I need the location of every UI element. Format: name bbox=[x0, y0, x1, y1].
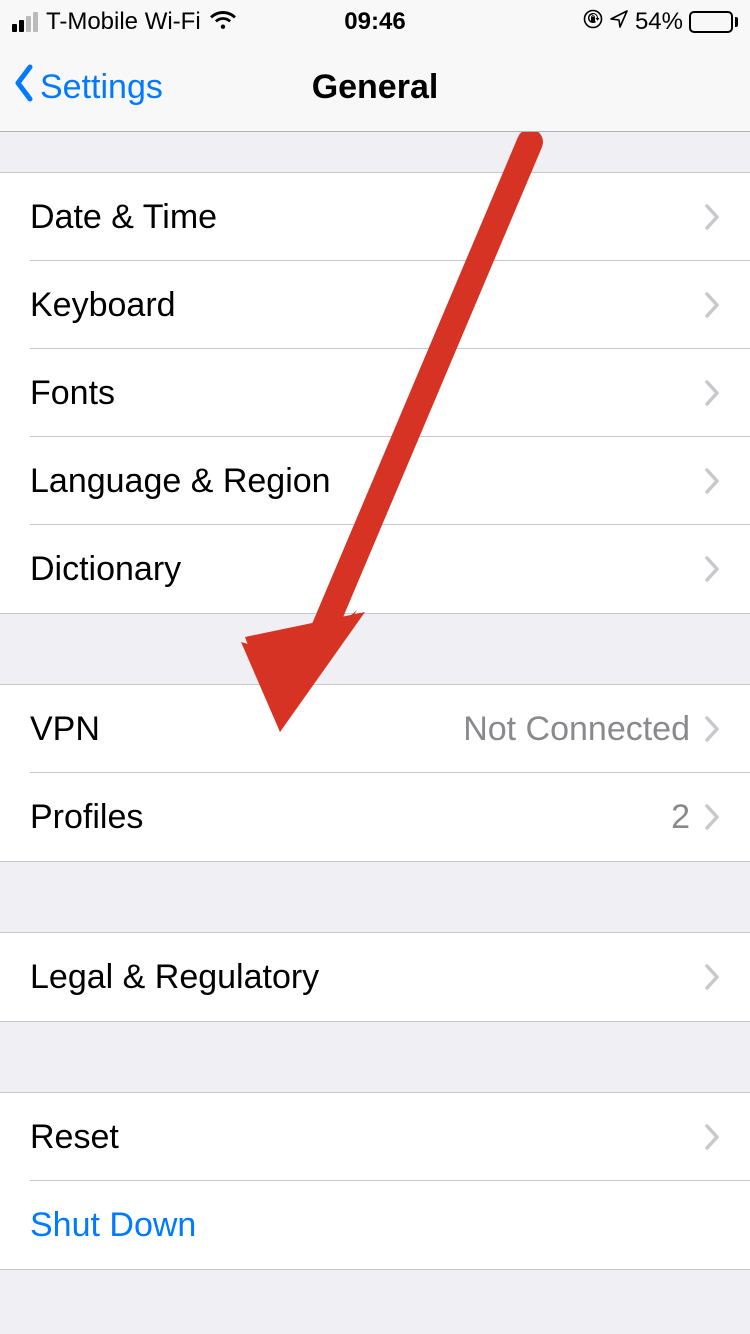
row-value: 2 bbox=[671, 798, 690, 837]
row-language-region[interactable]: Language & Region bbox=[0, 437, 750, 525]
rotation-lock-icon bbox=[583, 8, 603, 36]
status-left: T-Mobile Wi-Fi bbox=[12, 8, 237, 37]
battery-percent: 54% bbox=[635, 8, 683, 36]
carrier-label: T-Mobile Wi-Fi bbox=[46, 8, 201, 36]
row-legal-regulatory[interactable]: Legal & Regulatory bbox=[0, 933, 750, 1021]
row-label: Keyboard bbox=[30, 286, 704, 325]
row-label: Language & Region bbox=[30, 462, 704, 501]
location-icon bbox=[609, 8, 629, 36]
row-label: Fonts bbox=[30, 374, 704, 413]
row-label: Shut Down bbox=[30, 1206, 720, 1245]
status-right: 54% bbox=[583, 8, 738, 36]
row-reset[interactable]: Reset bbox=[0, 1093, 750, 1181]
row-value: Not Connected bbox=[463, 710, 690, 749]
chevron-right-icon bbox=[704, 803, 720, 831]
row-label: VPN bbox=[30, 710, 463, 749]
settings-group: Date & Time Keyboard Fonts Language & Re… bbox=[0, 172, 750, 614]
settings-group: VPN Not Connected Profiles 2 bbox=[0, 684, 750, 862]
settings-group: Reset Shut Down bbox=[0, 1092, 750, 1270]
page-title: General bbox=[312, 68, 439, 107]
chevron-left-icon bbox=[12, 64, 36, 111]
chevron-right-icon bbox=[704, 715, 720, 743]
settings-group: Legal & Regulatory bbox=[0, 932, 750, 1022]
group-separator bbox=[0, 132, 750, 172]
row-label: Profiles bbox=[30, 798, 671, 837]
row-shut-down[interactable]: Shut Down bbox=[0, 1181, 750, 1269]
back-button[interactable]: Settings bbox=[12, 64, 163, 111]
nav-bar: Settings General bbox=[0, 44, 750, 132]
chevron-right-icon bbox=[704, 379, 720, 407]
group-separator bbox=[0, 614, 750, 684]
chevron-right-icon bbox=[704, 1123, 720, 1151]
group-separator bbox=[0, 1270, 750, 1310]
row-date-time[interactable]: Date & Time bbox=[0, 173, 750, 261]
row-vpn[interactable]: VPN Not Connected bbox=[0, 685, 750, 773]
wifi-icon bbox=[209, 8, 237, 37]
chevron-right-icon bbox=[704, 467, 720, 495]
row-label: Reset bbox=[30, 1118, 704, 1157]
row-label: Date & Time bbox=[30, 198, 704, 237]
row-label: Dictionary bbox=[30, 550, 704, 589]
row-keyboard[interactable]: Keyboard bbox=[0, 261, 750, 349]
status-time: 09:46 bbox=[344, 8, 405, 36]
chevron-right-icon bbox=[704, 963, 720, 991]
group-separator bbox=[0, 1022, 750, 1092]
battery-icon bbox=[689, 11, 738, 33]
status-bar: T-Mobile Wi-Fi 09:46 54% bbox=[0, 0, 750, 44]
row-dictionary[interactable]: Dictionary bbox=[0, 525, 750, 613]
chevron-right-icon bbox=[704, 291, 720, 319]
row-label: Legal & Regulatory bbox=[30, 958, 704, 997]
chevron-right-icon bbox=[704, 203, 720, 231]
chevron-right-icon bbox=[704, 555, 720, 583]
back-label: Settings bbox=[40, 68, 163, 107]
cellular-signal-icon bbox=[12, 12, 38, 32]
group-separator bbox=[0, 862, 750, 932]
row-profiles[interactable]: Profiles 2 bbox=[0, 773, 750, 861]
row-fonts[interactable]: Fonts bbox=[0, 349, 750, 437]
